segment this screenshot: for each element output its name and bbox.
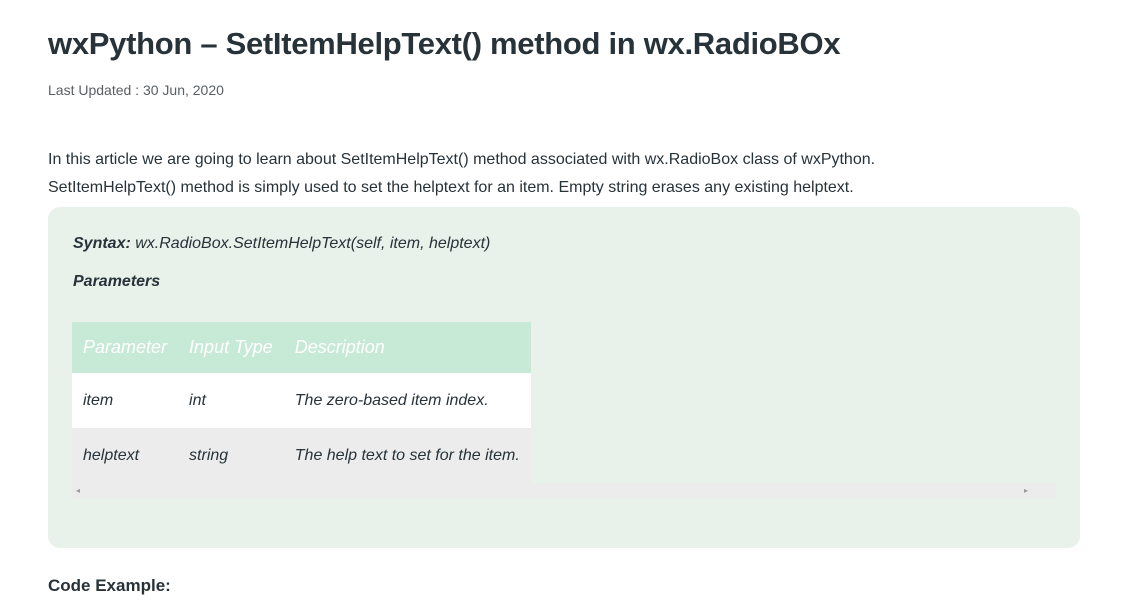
table-row: item int The zero-based item index.	[72, 373, 531, 428]
intro-line-1: In this article we are going to learn ab…	[48, 151, 876, 168]
code-example-heading: Code Example:	[48, 576, 171, 595]
syntax-box: Syntax: wx.RadioBox.SetItemHelpText(self…	[48, 207, 1080, 548]
syntax-line: Syntax: wx.RadioBox.SetItemHelpText(self…	[73, 235, 490, 253]
table-row: helptext string The help text to set for…	[72, 428, 531, 483]
page-title: wxPython – SetItemHelpText() method in w…	[48, 26, 841, 61]
syntax-label: Syntax:	[73, 235, 131, 252]
cell-description: The zero-based item index.	[294, 391, 489, 409]
intro-line-2: SetItemHelpText() method is simply used …	[48, 179, 854, 196]
cell-parameter: helptext	[83, 446, 140, 464]
cell-parameter: item	[83, 391, 114, 409]
params-table-scroll-area[interactable]: Parameter Input Type Description item in…	[72, 322, 1056, 483]
cell-input-type: string	[189, 446, 229, 464]
scroll-right-icon[interactable]: ▸	[1024, 486, 1028, 496]
cell-input-type: int	[189, 391, 206, 409]
horizontal-scrollbar[interactable]: ◂ ▸	[72, 483, 1056, 499]
cell-description: The help text to set for the item.	[294, 446, 520, 464]
intro-paragraph: In this article we are going to learn ab…	[48, 146, 1080, 202]
params-table: Parameter Input Type Description item in…	[72, 322, 531, 483]
syntax-signature: wx.RadioBox.SetItemHelpText(self, item, …	[130, 235, 491, 252]
column-header-description: Description	[294, 337, 385, 357]
last-updated: Last Updated : 30 Jun, 2020	[48, 82, 224, 98]
parameters-heading: Parameters	[73, 273, 161, 290]
column-header-input-type: Input Type	[189, 337, 273, 357]
column-header-parameter: Parameter	[83, 337, 168, 357]
scroll-left-icon[interactable]: ◂	[76, 486, 80, 496]
table-header-row: Parameter Input Type Description	[72, 322, 531, 373]
